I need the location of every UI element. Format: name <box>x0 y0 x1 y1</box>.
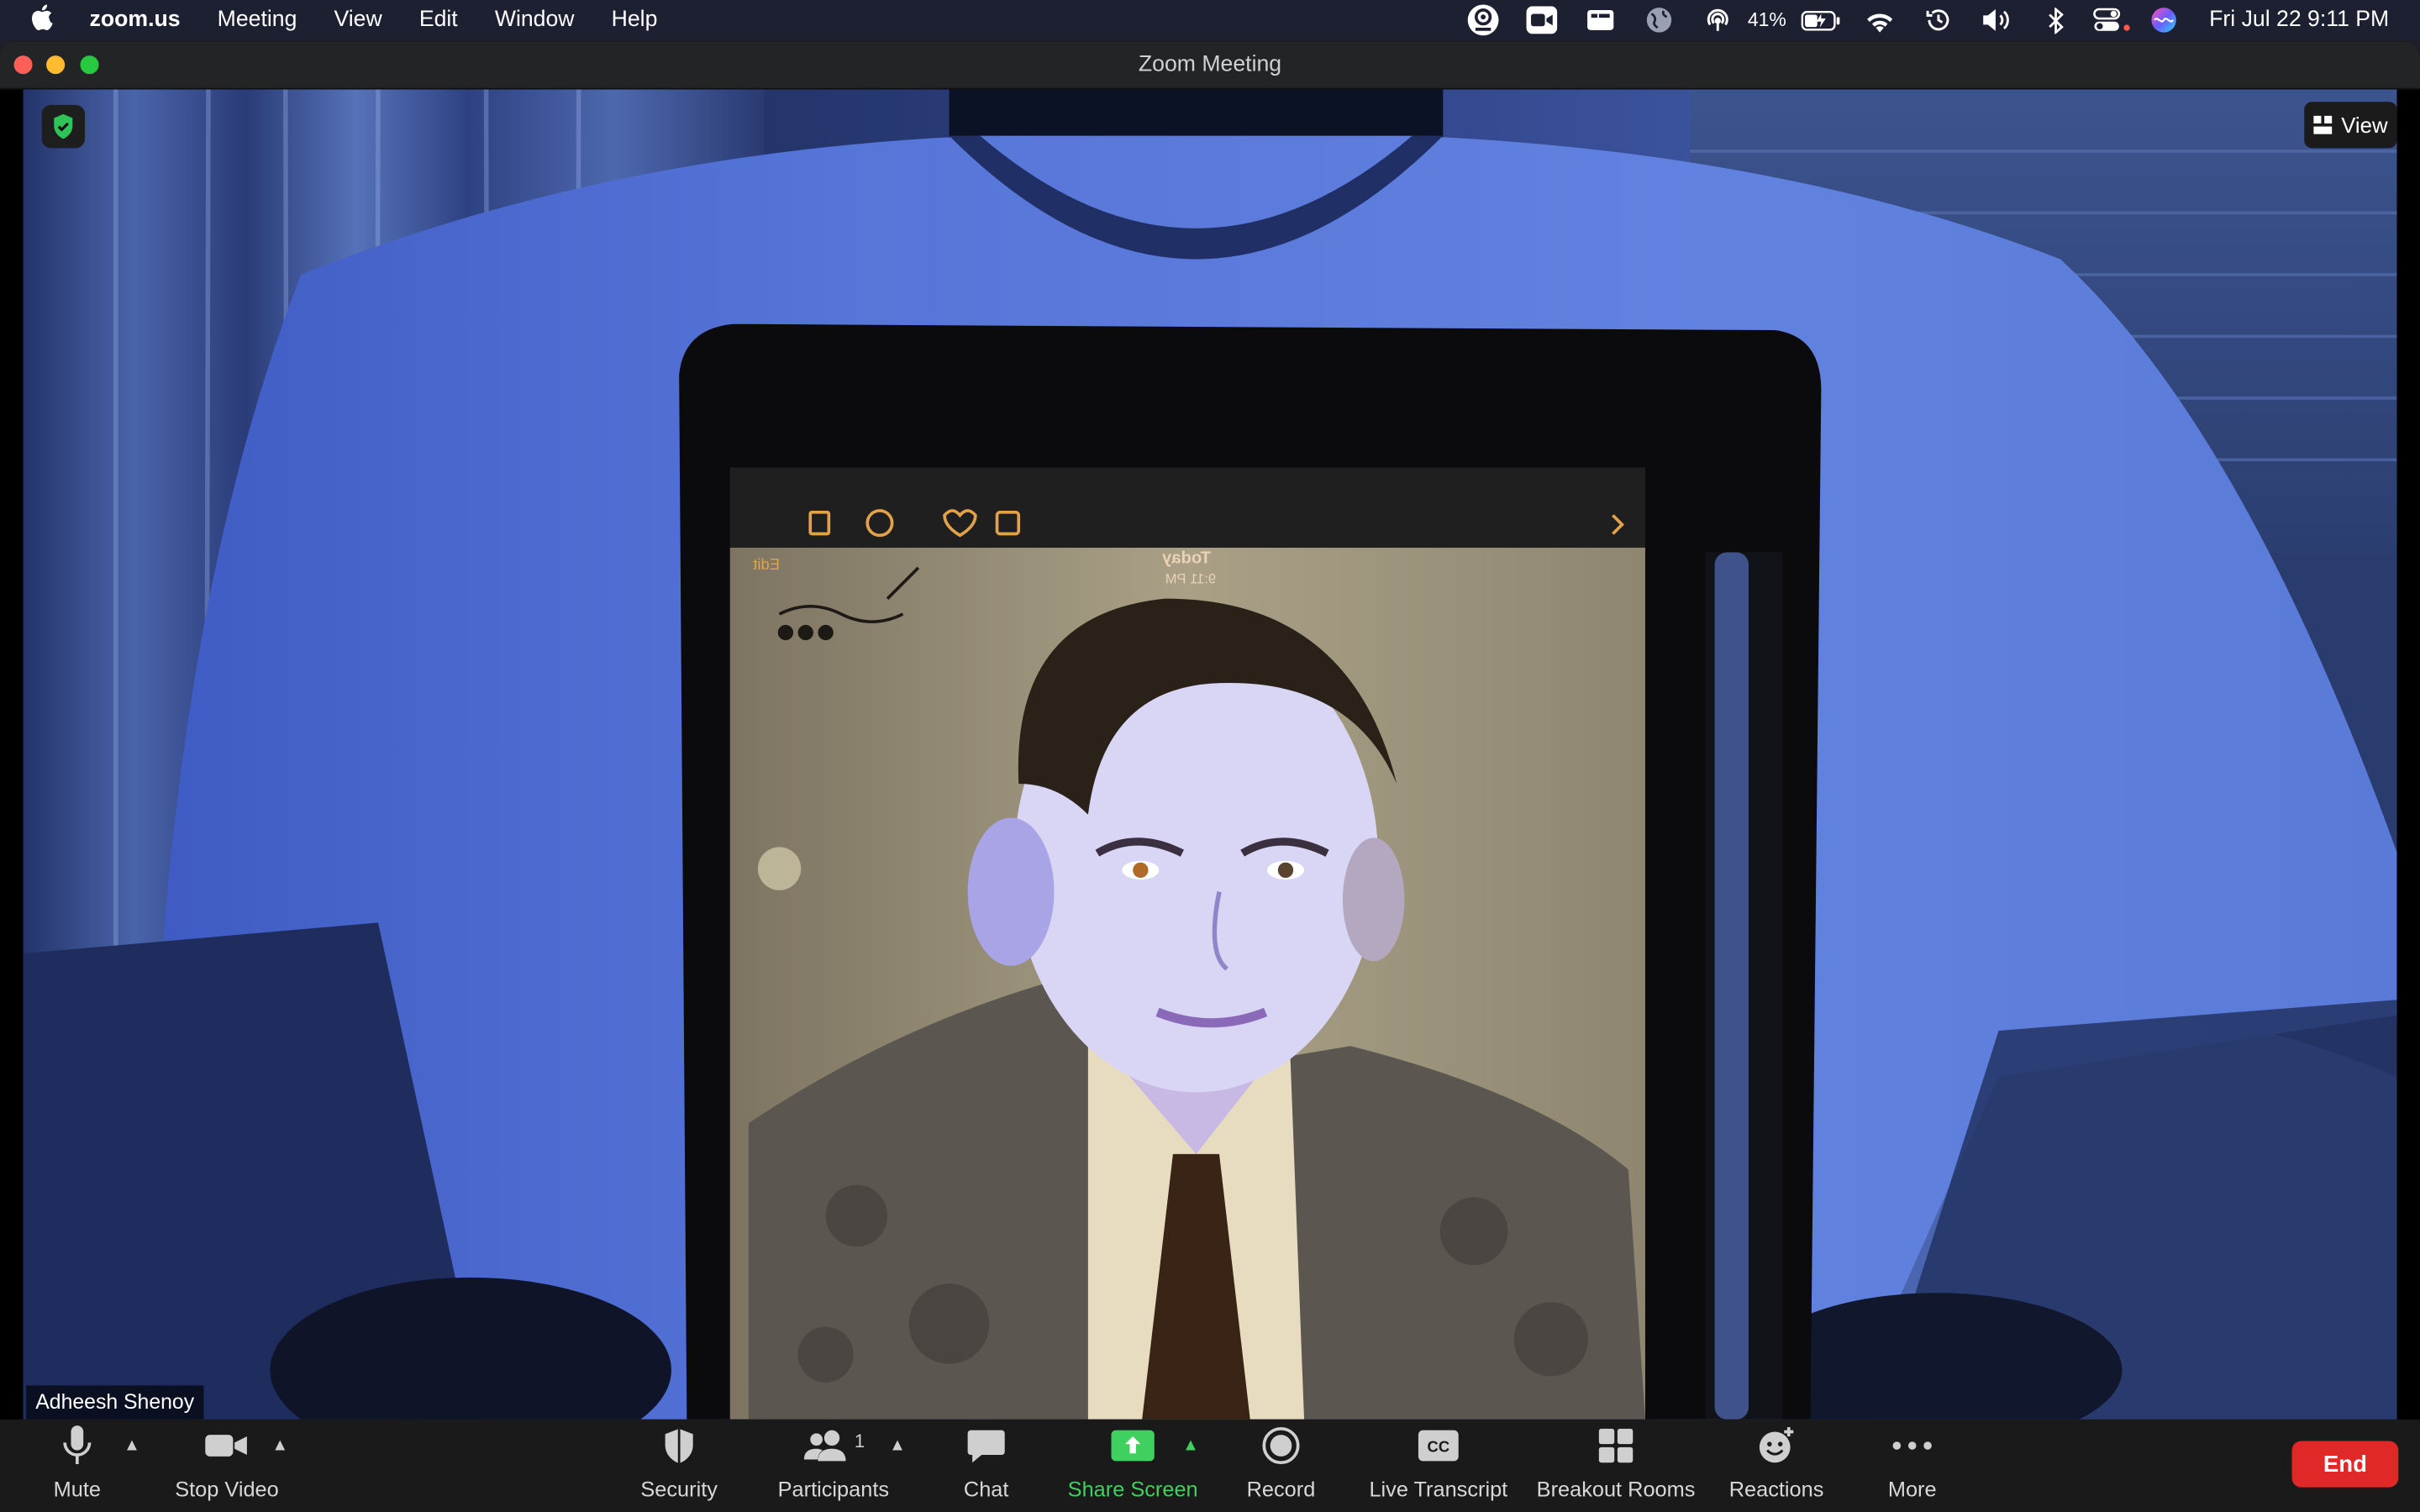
chat-label: Chat <box>963 1478 1009 1502</box>
reactions-label: Reactions <box>1728 1478 1824 1502</box>
participants-label: Participants <box>777 1478 890 1502</box>
video-camera-icon <box>205 1435 247 1457</box>
participants-icon <box>803 1430 845 1462</box>
video-options-chevron-icon[interactable]: ▲ <box>271 1436 288 1455</box>
stop-video-label: Stop Video <box>175 1478 279 1502</box>
audio-options-chevron-icon[interactable]: ▲ <box>124 1436 140 1455</box>
bluetooth-icon[interactable] <box>2027 0 2086 40</box>
window-title-bar: Zoom Meeting <box>0 41 2420 90</box>
end-meeting-button[interactable]: End <box>2291 1441 2399 1488</box>
menu-meeting[interactable]: Meeting <box>218 8 297 32</box>
breakout-rooms-icon <box>1598 1428 1634 1463</box>
macos-menu-bar: zoom.us Meeting View Edit Window Help 41… <box>0 0 2420 40</box>
ipad-time-label: 9:11 PM <box>1165 570 1217 586</box>
ipad-date-label: Today <box>1162 549 1212 568</box>
microphone-icon <box>63 1425 92 1465</box>
battery-charging-icon[interactable] <box>1792 0 1851 40</box>
more-button[interactable]: More <box>1874 1420 1951 1512</box>
window-manager-icon[interactable] <box>1571 0 1630 40</box>
security-label: Security <box>640 1478 718 1502</box>
apple-menu-icon[interactable] <box>31 3 59 37</box>
menu-edit[interactable]: Edit <box>419 8 458 32</box>
chat-button[interactable]: Chat <box>948 1420 1025 1512</box>
participant-name-label: Adheesh Shenoy <box>26 1385 204 1420</box>
grid-view-icon <box>2313 115 2333 134</box>
share-screen-label: Share Screen <box>1067 1478 1198 1502</box>
siri-icon[interactable] <box>2141 0 2187 40</box>
camera-indicator-icon[interactable] <box>1455 0 1513 40</box>
window-title: Zoom Meeting <box>1138 52 1282 77</box>
more-label: More <box>1887 1478 1937 1502</box>
view-button-label: View <box>2341 113 2388 138</box>
record-icon <box>1262 1426 1300 1465</box>
record-button[interactable]: Record <box>1241 1420 1322 1512</box>
security-button[interactable]: Security <box>633 1420 725 1512</box>
share-screen-icon <box>1111 1430 1155 1462</box>
zoom-meeting-window: Zoom Meeting Today 9:11 PM Edit View Adh… <box>0 41 2420 1512</box>
mute-label: Mute <box>53 1478 102 1502</box>
globe-icon[interactable] <box>1630 0 1689 40</box>
meeting-controls-bar: Mute ▲ Stop Video ▲ Security 1 Participa… <box>0 1419 2420 1512</box>
smiley-reaction-icon <box>1759 1426 1794 1463</box>
participants-count: 1 <box>854 1430 865 1452</box>
menu-view[interactable]: View <box>334 8 381 32</box>
svg-text:CC: CC <box>1428 1437 1450 1455</box>
ipad-edit-label: Edit <box>753 557 780 575</box>
menu-window[interactable]: Window <box>495 8 575 32</box>
airdrop-icon[interactable] <box>1689 0 1748 40</box>
mute-button[interactable]: Mute <box>37 1420 118 1512</box>
participants-button[interactable]: 1 Participants <box>771 1420 895 1512</box>
security-shield-icon <box>54 113 73 139</box>
share-options-chevron-icon[interactable]: ▲ <box>1182 1436 1199 1455</box>
stop-video-button[interactable]: Stop Video <box>166 1420 287 1512</box>
shield-icon <box>665 1428 693 1464</box>
chat-bubble-icon <box>967 1430 1005 1463</box>
breakout-rooms-button[interactable]: Breakout Rooms <box>1534 1420 1698 1512</box>
breakout-rooms-label: Breakout Rooms <box>1536 1478 1696 1502</box>
battery-percentage: 41% <box>1747 9 1786 31</box>
view-layout-button[interactable]: View <box>2304 102 2397 149</box>
participants-options-chevron-icon[interactable]: ▲ <box>889 1436 906 1455</box>
wifi-icon[interactable] <box>1851 0 1910 40</box>
control-center-icon[interactable] <box>2086 0 2141 40</box>
record-label: Record <box>1246 1478 1316 1502</box>
menubar-clock[interactable]: Fri Jul 22 9:11 PM <box>2209 0 2389 40</box>
video-scene <box>23 89 2397 1420</box>
live-transcript-button[interactable]: CC Live Transcript <box>1365 1420 1512 1512</box>
live-transcript-label: Live Transcript <box>1369 1478 1508 1502</box>
menubar-status-area: 41% Fri Jul 22 9:11 PM <box>1455 0 2420 40</box>
app-menu-zoom[interactable]: zoom.us <box>90 8 181 32</box>
volume-icon[interactable] <box>1969 0 2028 40</box>
participant-video-feed: Today 9:11 PM Edit View Adheesh Shenoy <box>23 89 2397 1420</box>
zoom-app-icon[interactable] <box>1513 0 1572 40</box>
time-machine-icon[interactable] <box>1910 0 1969 40</box>
menu-help[interactable]: Help <box>612 8 658 32</box>
ellipsis-icon <box>1892 1441 1932 1450</box>
reactions-button[interactable]: Reactions <box>1725 1420 1827 1512</box>
meeting-encryption-badge[interactable] <box>41 104 86 149</box>
share-screen-button[interactable]: Share Screen <box>1065 1420 1201 1512</box>
closed-captions-icon: CC <box>1418 1430 1459 1462</box>
